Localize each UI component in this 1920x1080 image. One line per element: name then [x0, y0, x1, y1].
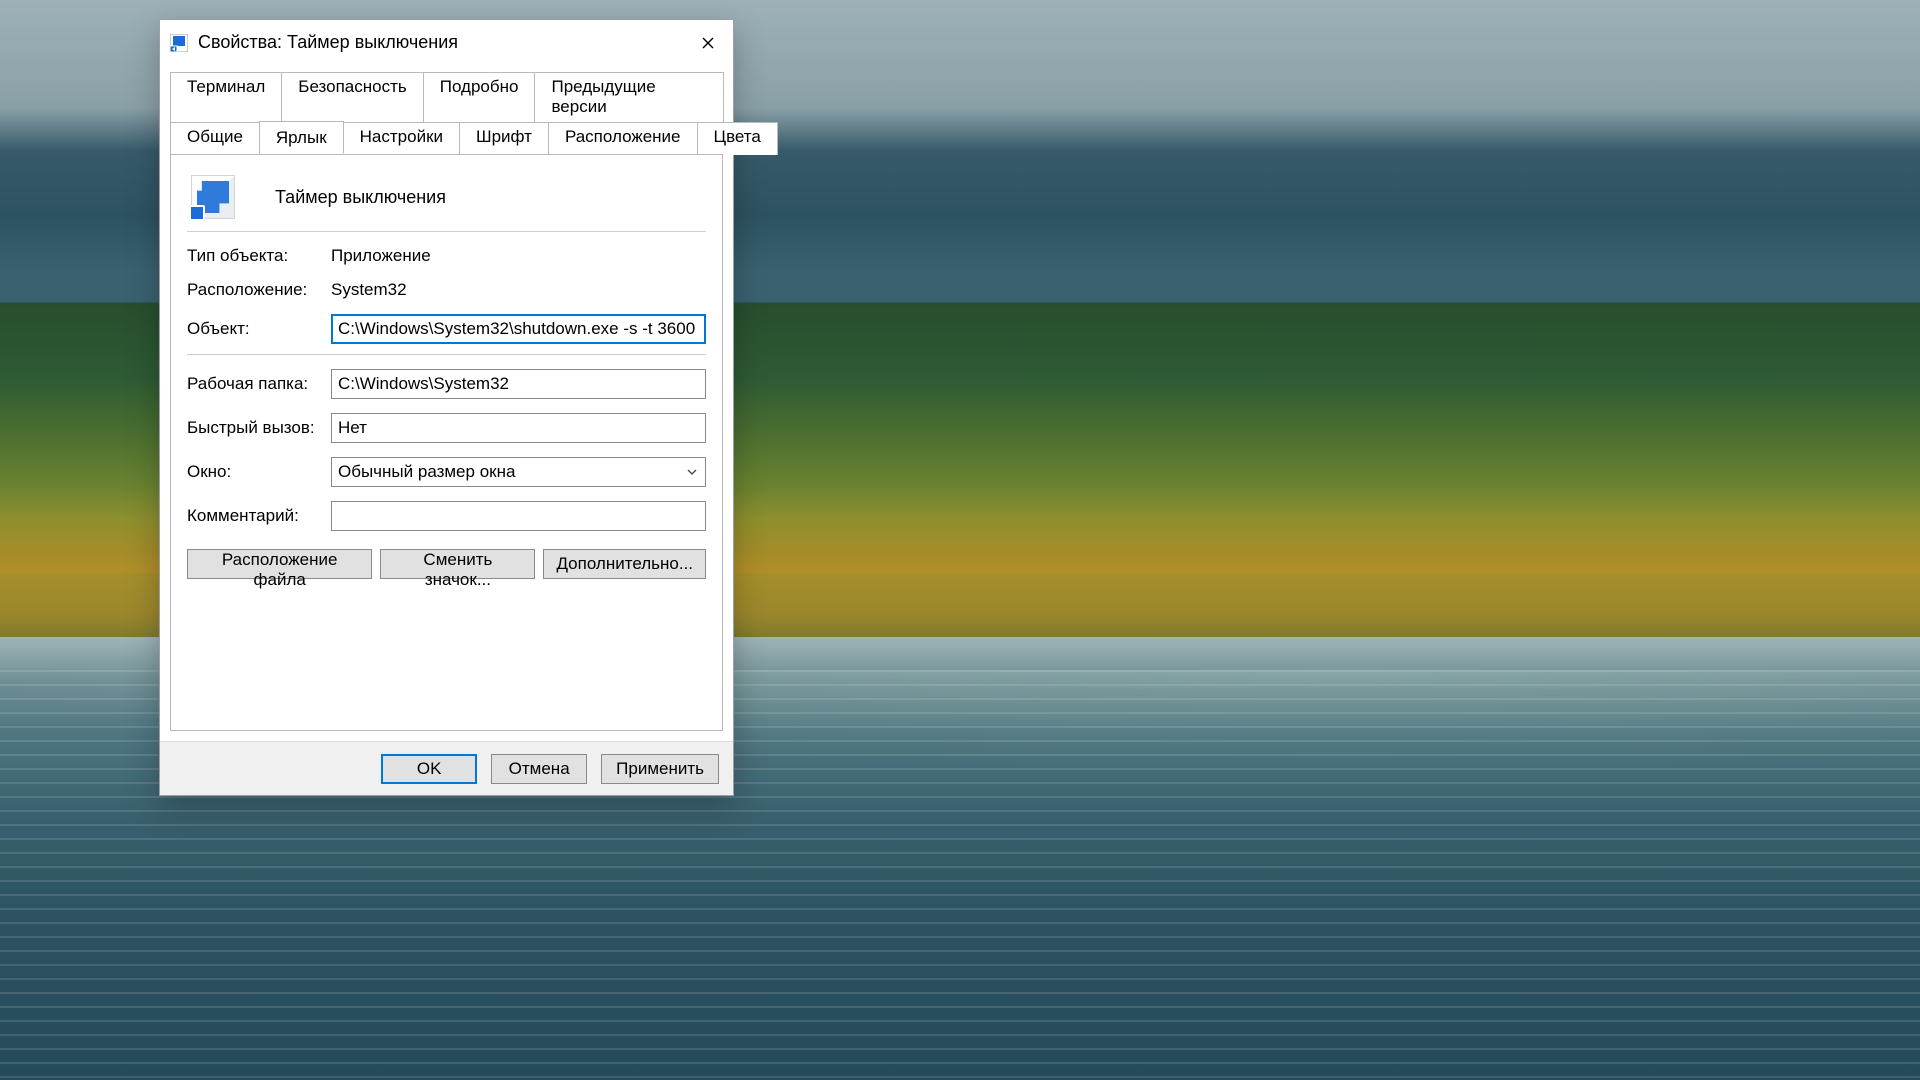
label-startin: Рабочая папка:: [187, 374, 323, 394]
value-location: System32: [331, 280, 706, 300]
label-type: Тип объекта:: [187, 246, 323, 266]
tab-label: Подробно: [440, 77, 519, 96]
tab-settings[interactable]: Настройки: [343, 122, 460, 155]
tab-label: Безопасность: [298, 77, 406, 96]
tab-security[interactable]: Безопасность: [281, 72, 423, 122]
button-label: OK: [417, 759, 442, 778]
tab-layout[interactable]: Расположение: [548, 122, 698, 155]
label-location: Расположение:: [187, 280, 323, 300]
change-icon-button[interactable]: Сменить значок...: [380, 549, 535, 579]
tab-label: Ярлык: [276, 128, 327, 147]
tab-label: Шрифт: [476, 127, 532, 146]
target-input[interactable]: [331, 314, 706, 344]
tab-label: Расположение: [565, 127, 681, 146]
tab-terminal[interactable]: Терминал: [170, 72, 282, 122]
apply-button[interactable]: Применить: [601, 754, 719, 784]
label-target: Объект:: [187, 319, 323, 339]
window-title: Свойства: Таймер выключения: [198, 32, 685, 53]
run-select[interactable]: [331, 457, 706, 487]
tab-details[interactable]: Подробно: [423, 72, 536, 122]
value-type: Приложение: [331, 246, 706, 266]
tab-general[interactable]: Общие: [170, 122, 260, 155]
advanced-button[interactable]: Дополнительно...: [543, 549, 706, 579]
button-label: Дополнительно...: [556, 554, 693, 573]
close-button[interactable]: [685, 20, 731, 65]
tab-shortcut[interactable]: Ярлык: [259, 121, 344, 154]
shortcut-name: Таймер выключения: [275, 187, 446, 208]
label-run: Окно:: [187, 462, 323, 482]
ok-button[interactable]: OK: [381, 754, 477, 784]
hotkey-input[interactable]: [331, 413, 706, 443]
tab-panel-shortcut: Таймер выключения Тип объекта: Приложени…: [170, 154, 723, 731]
separator: [187, 231, 706, 232]
tab-previous[interactable]: Предыдущие версии: [534, 72, 724, 122]
button-label: Сменить значок...: [423, 550, 492, 589]
button-label: Отмена: [509, 759, 570, 778]
open-file-location-button[interactable]: Расположение файла: [187, 549, 372, 579]
shortcut-large-icon: [191, 175, 235, 219]
tab-font[interactable]: Шрифт: [459, 122, 549, 155]
separator: [187, 354, 706, 355]
tab-strip: Терминал Безопасность Подробно Предыдущи…: [160, 65, 733, 154]
cancel-button[interactable]: Отмена: [491, 754, 587, 784]
comment-input[interactable]: [331, 501, 706, 531]
tab-label: Цвета: [714, 127, 761, 146]
tab-label: Общие: [187, 127, 243, 146]
dialog-footer: OK Отмена Применить: [160, 741, 733, 795]
button-label: Применить: [616, 759, 704, 778]
tab-label: Терминал: [187, 77, 265, 96]
startin-input[interactable]: [331, 369, 706, 399]
properties-dialog: Свойства: Таймер выключения Терминал Без…: [159, 19, 734, 796]
label-hotkey: Быстрый вызов:: [187, 418, 323, 438]
tab-label: Предыдущие версии: [551, 77, 655, 116]
shortcut-file-icon: [170, 34, 188, 52]
button-label: Расположение файла: [222, 550, 338, 589]
label-comment: Комментарий:: [187, 506, 323, 526]
tab-label: Настройки: [360, 127, 443, 146]
close-icon: [702, 37, 714, 49]
titlebar: Свойства: Таймер выключения: [160, 20, 733, 65]
tab-colors[interactable]: Цвета: [697, 122, 778, 155]
